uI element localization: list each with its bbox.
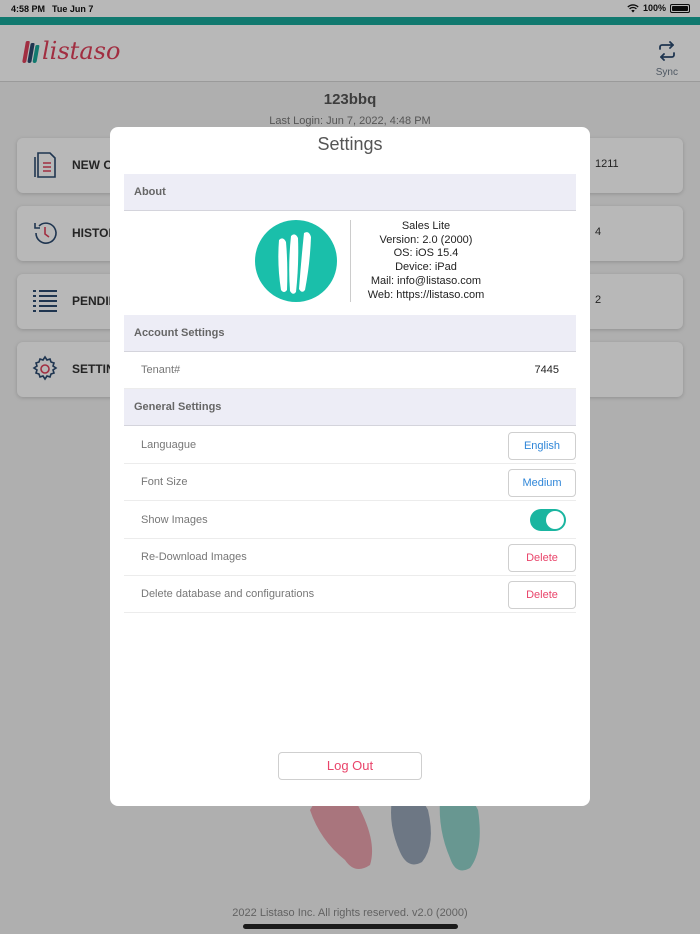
home-indicator [243,924,458,929]
app-logo-icon [255,220,337,302]
show-images-toggle[interactable] [530,509,566,531]
delete-database-label: Delete database and configurations [141,588,315,600]
settings-title: Settings [317,134,383,154]
app-version: Version: 2.0 (2000) [379,233,473,246]
os-version: OS: iOS 15.4 [393,247,459,260]
redownload-images-row: Re-Download Images Delete [124,539,576,576]
redownload-images-label: Re-Download Images [141,551,247,563]
delete-database-row: Delete database and configurations Delet… [124,576,576,613]
show-images-label: Show Images [141,514,208,526]
section-about: About [124,174,576,211]
redownload-delete-button[interactable]: Delete [508,544,576,572]
section-general-settings: General Settings [124,389,576,426]
delete-database-button[interactable]: Delete [508,581,576,609]
support-web: Web: https://listaso.com [367,288,485,301]
section-header: About [134,186,166,198]
app-logo-stripes [278,232,311,294]
tenant-value: 7445 [534,364,559,376]
section-header: General Settings [134,401,222,413]
show-images-row: Show Images [124,502,576,539]
tenant-label: Tenant# [141,364,181,376]
section-header: Account Settings [134,327,225,339]
settings-modal: Settings About Sales Lite Version: 2.0 (… [110,127,590,806]
font-size-row: Font Size Medium [124,464,576,501]
section-account-settings: Account Settings [124,315,576,352]
tenant-row: Tenant# 7445 [124,352,576,389]
app-name: Sales Lite [401,220,451,232]
log-out-button[interactable]: Log Out [278,752,422,780]
font-size-button[interactable]: Medium [508,469,576,497]
toggle-knob [546,511,564,529]
language-button[interactable]: English [508,432,576,460]
language-row: Languague English [124,427,576,464]
about-panel: Sales Lite Version: 2.0 (2000) OS: iOS 1… [124,212,576,316]
about-info: Sales Lite Version: 2.0 (2000) OS: iOS 1… [346,220,506,302]
language-label: Languague [141,439,197,451]
font-size-label: Font Size [141,476,188,488]
support-mail: Mail: info@listaso.com [370,274,482,287]
device-type: Device: iPad [395,261,457,274]
